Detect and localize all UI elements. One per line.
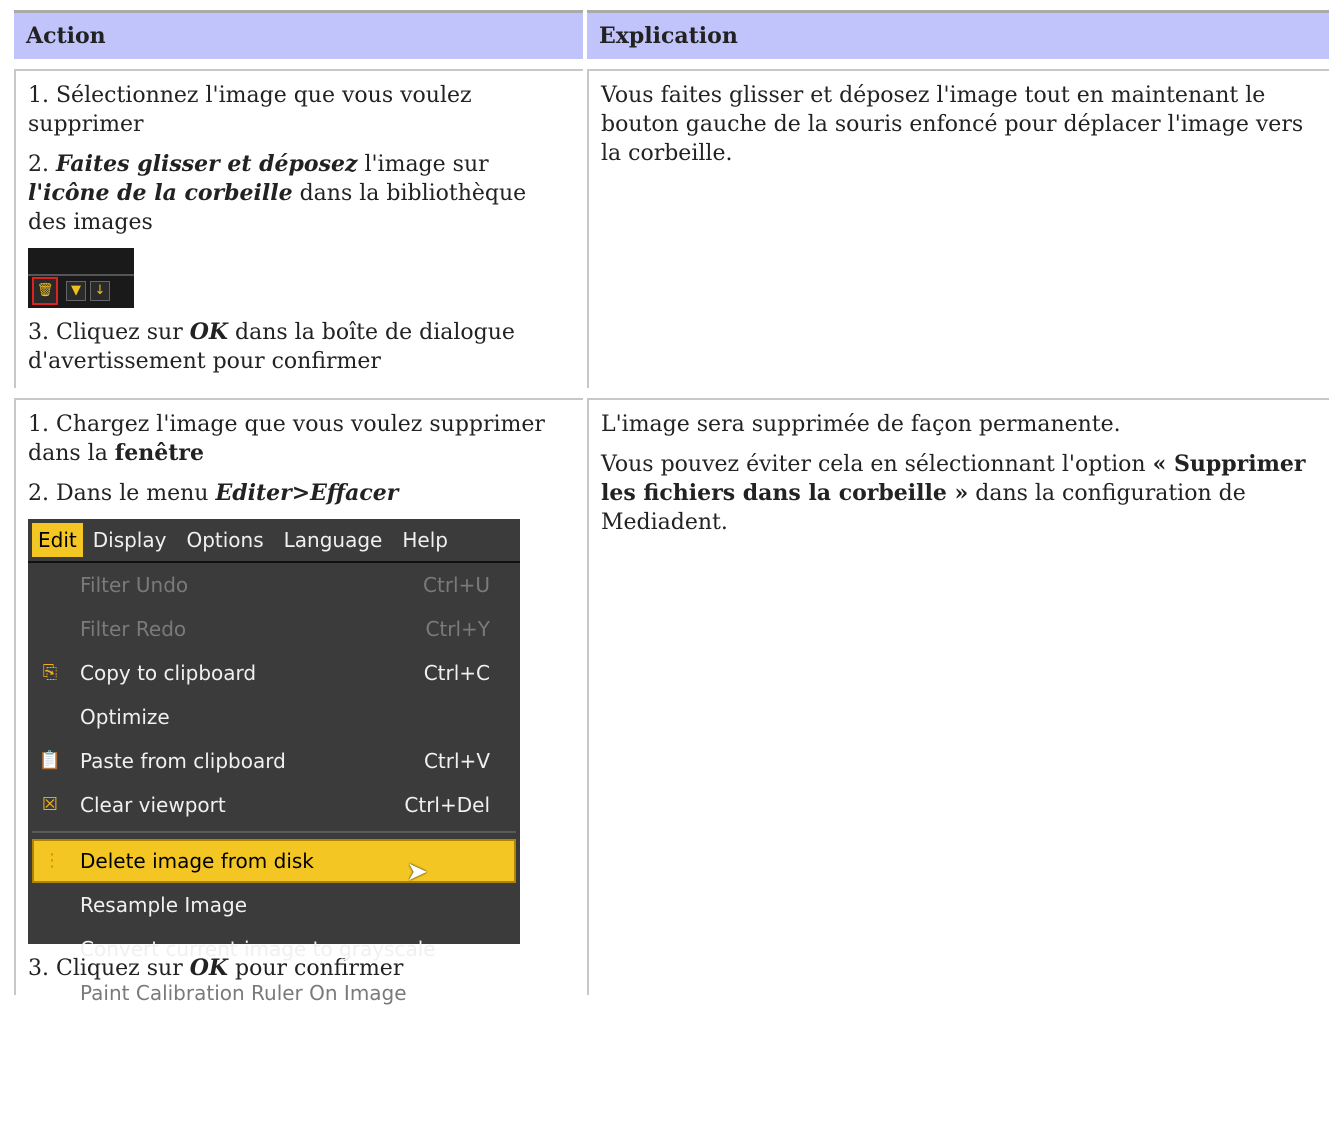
row2-action-cell: 1. Chargez l'image que vous voulez suppr… — [14, 398, 583, 1005]
table-header-row: Action Explication — [14, 10, 1329, 59]
row2-explanation-1: L'image sera supprimée de façon permanen… — [601, 412, 1121, 437]
menu-item-copy: ⎘ Copy to clipboard Ctrl+C — [28, 651, 520, 695]
row1-step1: 1. Sélectionnez l'image que vous voulez … — [28, 83, 472, 137]
menu-edit: Edit — [32, 523, 83, 557]
row1-explanation-cell: Vous faites glisser et déposez l'image t… — [587, 69, 1329, 388]
menu-display: Display — [92, 528, 167, 552]
clear-icon: ☒ — [41, 794, 59, 815]
filter-icon: ▼ — [66, 281, 86, 301]
row2-explanation-cell: L'image sera supprimée de façon permanen… — [587, 398, 1329, 995]
menu-item-calibration: Paint Calibration Ruler On Image — [80, 981, 407, 1005]
menu-item-paste: 📋 Paste from clipboard Ctrl+V — [38, 749, 490, 773]
menu-item-delete-image: ⋮ Delete image from disk ➤ — [32, 839, 516, 887]
row1-action-cell: 1. Sélectionnez l'image que vous voulez … — [14, 69, 583, 388]
menu-help: Help — [402, 528, 448, 552]
delete-icon: ⋮ — [43, 850, 61, 871]
row1-step2: 2. Faites glisser et déposez l'image sur… — [28, 151, 527, 235]
menu-item-clear-viewport: ☒ Clear viewport Ctrl+Del — [28, 783, 520, 827]
menu-item-resample: Resample Image — [80, 893, 248, 917]
row1-explanation: Vous faites glisser et déposez l'image t… — [601, 83, 1304, 166]
table-row: 1. Sélectionnez l'image que vous voulez … — [14, 69, 1329, 388]
trash-icon: 🗑 — [32, 277, 58, 305]
menu-options: Options — [186, 528, 264, 552]
menu-item-grayscale: Convert current image to grayscale — [80, 937, 436, 961]
row1-step3: 3. Cliquez sur OK dans la boîte de dialo… — [28, 319, 515, 374]
menu-separator — [32, 831, 516, 833]
header-action: Action — [14, 10, 583, 59]
menu-item-optimize: Optimize — [80, 705, 170, 729]
library-toolbar-screenshot: 🗑 ▼ ↓ — [28, 248, 134, 308]
row2-step2: 2. Dans le menu Editer>Effacer — [28, 480, 399, 506]
edit-menu-screenshot: Edit Display Options Language Help Filte… — [28, 519, 520, 1005]
copy-icon: ⎘ — [42, 662, 58, 683]
instructions-table: Action Explication 1. Sélectionnez l'ima… — [10, 10, 1329, 1005]
row2-explanation-2: Vous pouvez éviter cela en sélectionnant… — [601, 451, 1306, 535]
table-row: 1. Chargez l'image que vous voulez suppr… — [14, 398, 1329, 1005]
menu-item-filter-undo: Filter Undo Ctrl+U — [80, 573, 490, 597]
row2-step1: 1. Chargez l'image que vous voulez suppr… — [28, 412, 545, 466]
header-explanation: Explication — [587, 10, 1329, 59]
menu-bar: Edit Display Options Language Help — [28, 519, 520, 563]
document-page: Action Explication 1. Sélectionnez l'ima… — [0, 0, 1329, 1124]
arrow-down-icon: ↓ — [90, 281, 110, 301]
menu-item-filter-redo: Filter Redo Ctrl+Y — [80, 617, 490, 641]
paste-icon: 📋 — [38, 750, 62, 771]
menu-language: Language — [283, 528, 383, 552]
